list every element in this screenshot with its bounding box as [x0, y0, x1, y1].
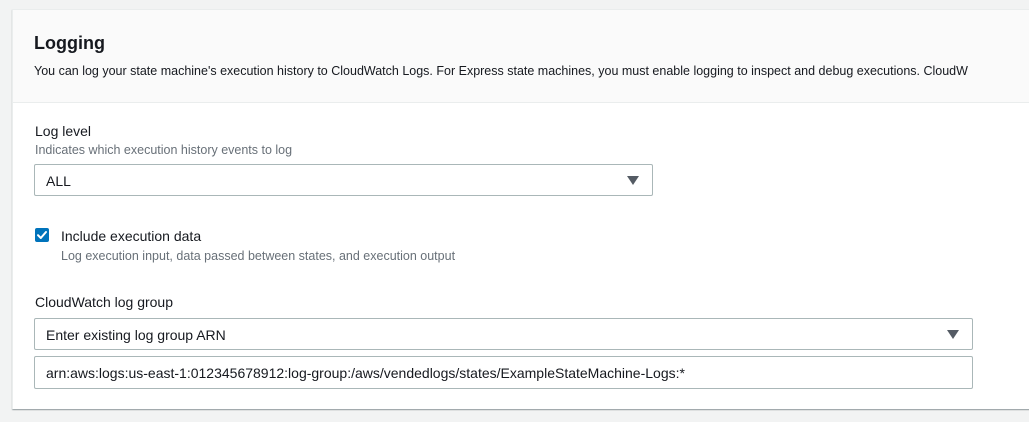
section-description: You can log your state machine's executi…: [34, 64, 968, 78]
section-title: Logging: [34, 33, 105, 53]
logging-panel: Logging You can log your state machine's…: [12, 9, 1029, 409]
log-level-selected-value: ALL: [46, 173, 71, 189]
include-execution-data-label[interactable]: Include execution data: [61, 227, 201, 245]
log-group-select[interactable]: Enter existing log group ARN: [34, 318, 973, 350]
log-group-arn-input[interactable]: [34, 356, 973, 389]
panel-header: Logging You can log your state machine's…: [13, 10, 1029, 103]
caret-down-icon: [947, 330, 959, 339]
include-execution-data-checkbox[interactable]: [35, 228, 49, 242]
log-level-description: Indicates which execution history events…: [35, 143, 293, 157]
checkmark-icon: [37, 231, 47, 239]
log-level-select[interactable]: ALL: [34, 164, 653, 196]
log-group-label: CloudWatch log group: [35, 294, 174, 310]
caret-down-icon: [627, 176, 639, 185]
log-level-label: Log level: [35, 123, 92, 139]
log-group-selected-value: Enter existing log group ARN: [46, 327, 226, 343]
include-execution-data-description: Log execution input, data passed between…: [61, 249, 456, 263]
